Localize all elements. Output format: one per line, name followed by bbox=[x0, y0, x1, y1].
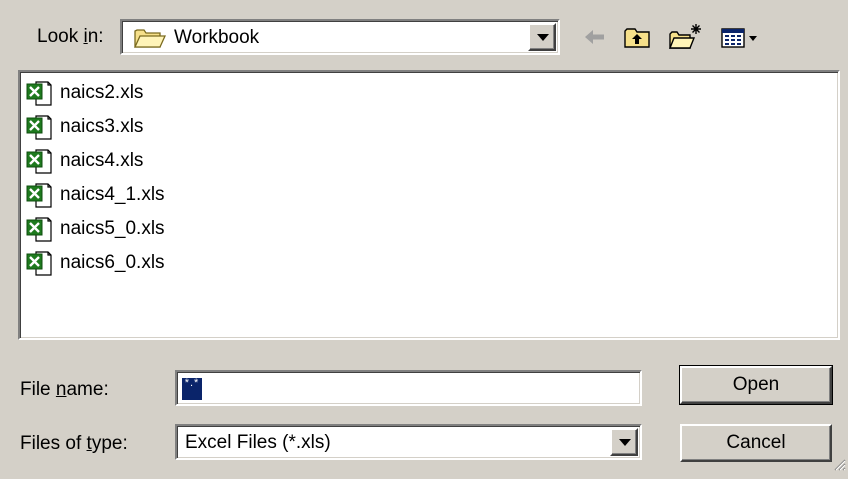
view-menu-button[interactable] bbox=[716, 19, 766, 55]
open-label: pen bbox=[747, 374, 780, 395]
open-button[interactable]: Open bbox=[679, 365, 833, 405]
look-in-label: Look in: bbox=[37, 26, 104, 47]
chevron-down-icon bbox=[619, 439, 631, 446]
file-name-input[interactable]: *.* bbox=[175, 370, 642, 406]
back-button[interactable] bbox=[578, 19, 612, 55]
back-arrow-icon bbox=[578, 30, 612, 60]
excel-file-icon bbox=[26, 114, 52, 140]
file-list-item-name: naics5_0.xls bbox=[60, 218, 165, 239]
open-file-dialog: Look in: Workbook naics2.xls naics3.xls … bbox=[0, 0, 848, 479]
up-folder-icon bbox=[618, 28, 656, 60]
file-list-item-name: naics6_0.xls bbox=[60, 252, 165, 273]
cancel-button[interactable]: Cancel bbox=[680, 424, 832, 462]
folder-icon bbox=[133, 27, 167, 55]
excel-file-icon bbox=[26, 182, 52, 208]
new-folder-icon bbox=[664, 24, 704, 60]
files-of-type-label: Files of type: bbox=[20, 433, 128, 454]
excel-file-icon bbox=[26, 80, 52, 106]
excel-file-icon bbox=[26, 216, 52, 242]
cancel-label: Cancel bbox=[726, 432, 786, 453]
files-of-type-combobox[interactable]: Excel Files (*.xls) bbox=[175, 424, 642, 460]
file-list-item-name: naics2.xls bbox=[60, 82, 144, 103]
chevron-down-icon bbox=[537, 34, 549, 41]
file-list-item-name: naics3.xls bbox=[60, 116, 144, 137]
excel-file-icon bbox=[26, 250, 52, 276]
files-of-type-dropdown-button[interactable] bbox=[610, 428, 638, 456]
excel-file-icon bbox=[26, 148, 52, 174]
create-new-folder-button[interactable] bbox=[664, 19, 704, 55]
file-list-item-name: naics4_1.xls bbox=[60, 184, 165, 205]
look-in-dropdown-button[interactable] bbox=[528, 23, 556, 51]
up-one-level-button[interactable] bbox=[618, 19, 656, 55]
file-name-value: *.* bbox=[182, 378, 202, 400]
look-in-combobox[interactable]: Workbook bbox=[120, 19, 560, 55]
file-list[interactable]: naics2.xls naics3.xls naics4.xls naics4_1.x… bbox=[18, 70, 840, 340]
size-grip-icon[interactable] bbox=[832, 455, 846, 477]
open-accel: O bbox=[732, 374, 748, 395]
file-list-item-name: naics4.xls bbox=[60, 150, 144, 171]
view-menu-icon bbox=[716, 28, 766, 60]
files-of-type-value: Excel Files (*.xls) bbox=[185, 432, 331, 453]
look-in-value: Workbook bbox=[174, 27, 260, 48]
file-name-label: File name: bbox=[20, 379, 109, 400]
